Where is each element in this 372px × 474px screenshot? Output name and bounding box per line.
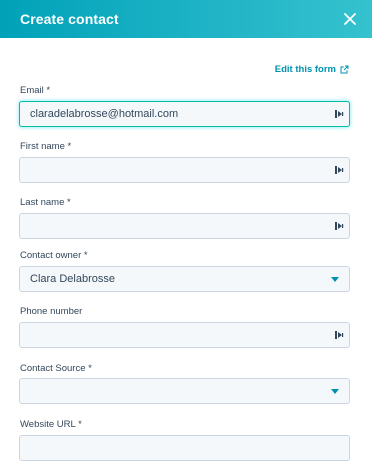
phone-field[interactable] [19, 322, 350, 348]
contact-source-label: Contact Source * [20, 363, 92, 374]
close-icon [344, 13, 356, 25]
email-input[interactable] [30, 108, 320, 120]
phone-input[interactable] [30, 329, 320, 341]
first-name-field[interactable] [19, 157, 350, 183]
last-name-label: Last name * [20, 197, 71, 208]
website-input[interactable] [30, 442, 320, 454]
edit-form-label: Edit this form [274, 64, 336, 75]
dialog-title: Create contact [20, 11, 119, 27]
close-button[interactable] [340, 9, 360, 29]
email-field[interactable] [19, 101, 350, 127]
first-name-label: First name * [20, 141, 72, 152]
first-name-input[interactable] [30, 164, 320, 176]
edit-form-link[interactable]: Edit this form [275, 64, 349, 75]
autofill-key-icon [335, 222, 344, 230]
last-name-field[interactable] [19, 213, 350, 239]
chevron-down-icon [331, 389, 339, 394]
contact-source-select[interactable] [19, 378, 350, 404]
website-label: Website URL * [20, 419, 82, 430]
phone-label: Phone number [20, 306, 83, 317]
chevron-down-icon [331, 277, 339, 282]
email-label: Email * [20, 85, 51, 96]
dialog-header: Create contact [0, 0, 372, 38]
autofill-key-icon [335, 166, 344, 174]
autofill-key-icon [335, 110, 344, 118]
website-field[interactable] [19, 435, 350, 461]
contact-owner-label: Contact owner * [20, 250, 88, 261]
external-link-icon [340, 65, 349, 74]
autofill-key-icon [335, 331, 344, 339]
contact-owner-value: Clara Delabrosse [30, 273, 115, 285]
last-name-input[interactable] [30, 220, 320, 232]
contact-owner-select[interactable]: Clara Delabrosse [19, 266, 350, 292]
